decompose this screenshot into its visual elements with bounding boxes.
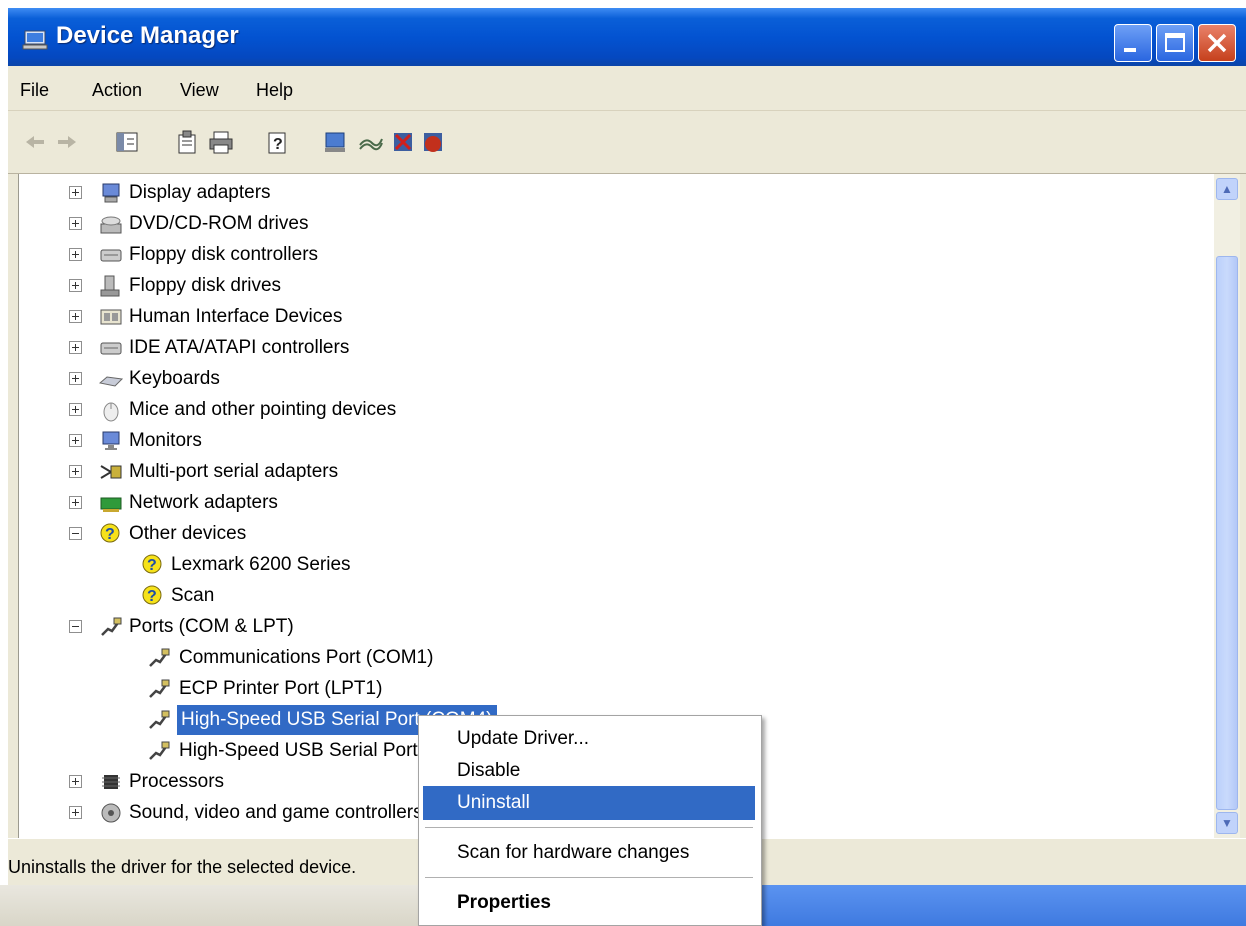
minimize-icon: [1124, 48, 1136, 52]
expand-toggle[interactable]: [69, 434, 82, 447]
menu-view[interactable]: View: [180, 80, 219, 101]
properties-icon[interactable]: [174, 129, 200, 155]
menu-help[interactable]: Help: [256, 80, 293, 101]
menu-scan-hardware[interactable]: Scan for hardware changes: [423, 836, 755, 870]
cdrom-icon: [100, 216, 122, 234]
title-bar[interactable]: Device Manager: [8, 8, 1246, 66]
menu-separator: [425, 827, 753, 828]
scroll-up-button[interactable]: ▲: [1216, 178, 1238, 200]
menu-file[interactable]: File: [20, 80, 49, 101]
computer-icon: [22, 30, 48, 50]
minimize-button[interactable]: [1114, 24, 1152, 62]
context-menu: Update Driver... Disable Uninstall Scan …: [418, 715, 762, 926]
controller-icon: [100, 249, 122, 262]
maximize-button[interactable]: [1156, 24, 1194, 62]
print-icon[interactable]: [208, 129, 234, 155]
forward-icon[interactable]: [54, 129, 80, 155]
help-icon[interactable]: ?: [264, 129, 290, 155]
hid-icon: [100, 309, 122, 325]
menu-properties[interactable]: Properties: [423, 886, 755, 920]
uninstall-device-icon[interactable]: [420, 129, 446, 155]
unknown-device-icon: ?: [142, 554, 162, 574]
background-blue-strip: [760, 885, 1246, 926]
expand-toggle[interactable]: [69, 775, 82, 788]
unknown-device-icon: ?: [100, 523, 120, 543]
back-icon[interactable]: [22, 129, 48, 155]
maximize-icon: [1165, 33, 1185, 52]
window-title: Device Manager: [56, 22, 239, 49]
expand-toggle[interactable]: [69, 403, 82, 416]
port-icon: [149, 741, 170, 760]
vertical-scrollbar[interactable]: ▲ ▼: [1214, 174, 1240, 838]
ide-controller-icon: [100, 342, 122, 355]
svg-text:?: ?: [273, 136, 283, 153]
serial-adapter-icon: [100, 465, 122, 479]
menu-action[interactable]: Action: [92, 80, 142, 101]
svg-text:?: ?: [105, 526, 115, 543]
monitor-icon: [102, 431, 120, 450]
expand-toggle[interactable]: [69, 186, 82, 199]
expand-toggle[interactable]: [69, 496, 82, 509]
menu-separator: [425, 877, 753, 878]
scroll-thumb[interactable]: [1216, 256, 1238, 810]
close-icon: [1207, 33, 1227, 53]
floppy-drive-icon: [100, 275, 120, 297]
display-adapter-icon: [102, 183, 120, 203]
expand-toggle[interactable]: [69, 465, 82, 478]
collapse-toggle[interactable]: [69, 620, 82, 633]
scan-hardware-icon[interactable]: [358, 129, 384, 155]
mouse-icon: [103, 402, 119, 422]
update-driver-icon[interactable]: [322, 129, 348, 155]
keyboard-icon: [99, 376, 123, 387]
port-icon: [149, 710, 170, 729]
svg-text:?: ?: [147, 588, 157, 605]
menu-bar: File Action View Help: [8, 66, 1246, 111]
network-adapter-icon: [100, 497, 122, 512]
menu-update-driver[interactable]: Update Driver...: [423, 722, 755, 756]
sound-icon: [101, 803, 121, 823]
expand-toggle[interactable]: [69, 310, 82, 323]
menu-disable[interactable]: Disable: [423, 754, 755, 788]
port-icon: [149, 679, 170, 698]
menu-uninstall[interactable]: Uninstall: [423, 786, 755, 820]
status-text: Uninstalls the driver for the selected d…: [8, 857, 357, 877]
toolbar: ?: [8, 111, 1246, 174]
port-icon: [101, 617, 122, 636]
processor-icon: [102, 775, 120, 789]
expand-toggle[interactable]: [69, 279, 82, 292]
svg-text:?: ?: [147, 557, 157, 574]
collapse-toggle[interactable]: [69, 527, 82, 540]
disable-device-icon[interactable]: [390, 129, 416, 155]
unknown-device-warning-icon: ?: [142, 585, 162, 605]
expand-toggle[interactable]: [69, 806, 82, 819]
port-icon: [149, 648, 170, 667]
expand-toggle[interactable]: [69, 217, 82, 230]
expand-toggle[interactable]: [69, 341, 82, 354]
scroll-down-button[interactable]: ▼: [1216, 812, 1238, 834]
expand-toggle[interactable]: [69, 372, 82, 385]
close-button[interactable]: [1198, 24, 1236, 62]
show-hide-tree-icon[interactable]: [114, 129, 140, 155]
expand-toggle[interactable]: [69, 248, 82, 261]
